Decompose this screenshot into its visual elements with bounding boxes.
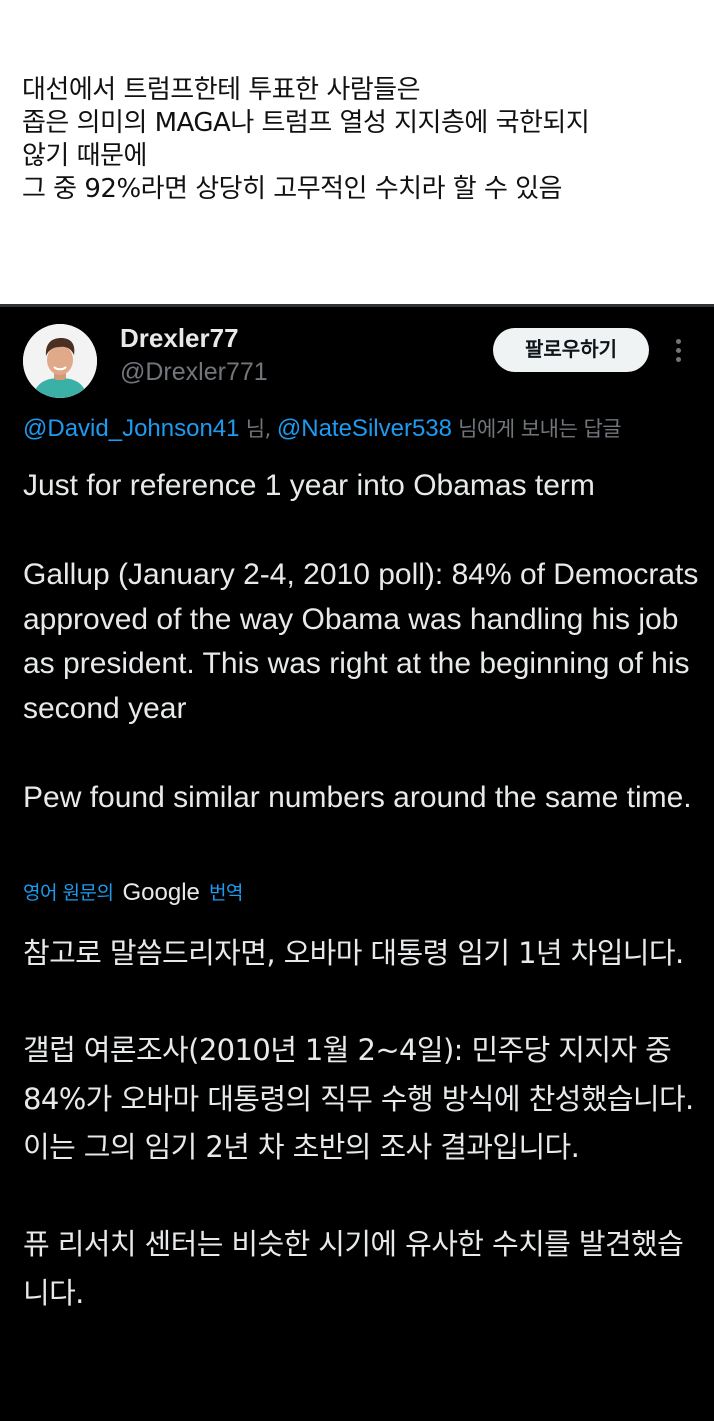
reply-separator: 님, (239, 417, 277, 441)
tweet-paragraph: Pew found similar numbers around the sam… (23, 780, 692, 814)
translated-paragraph: 갤럽 여론조사(2010년 1월 2~4일): 민주당 지지자 중 84%가 오… (23, 1033, 694, 1164)
tweet-screenshot: Drexler77 @Drexler771 팔로우하기 @David_Johns… (0, 304, 714, 1421)
mention-link[interactable]: @NateSilver538 (277, 415, 452, 442)
translation-label: 영어 원문의 (23, 882, 114, 904)
google-logo: Google (122, 879, 200, 906)
profile-photo-icon (23, 324, 97, 398)
mention-link[interactable]: @David_Johnson41 (23, 415, 240, 442)
caption-line: 않기 때문에 (22, 141, 147, 171)
translated-paragraph: 퓨 리서치 센터는 비슷한 시기에 유사한 수치를 발견했습니다. (23, 1227, 684, 1310)
caption-line: 그 중 92%라면 상당히 고무적인 수치라 할 수 있음 (22, 174, 562, 204)
translation-attribution[interactable]: 영어 원문의 Google 번역 (23, 876, 243, 910)
user-handle[interactable]: @Drexler771 (120, 356, 268, 388)
translation-label: 번역 (208, 882, 243, 904)
tweet-text: Just for reference 1 year into Obamas te… (23, 464, 703, 820)
translated-paragraph: 참고로 말씀드리자면, 오바마 대통령 임기 1년 차입니다. (23, 936, 684, 970)
tweet-paragraph: Just for reference 1 year into Obamas te… (23, 469, 595, 502)
more-vertical-icon[interactable] (668, 336, 688, 366)
avatar[interactable] (23, 324, 97, 398)
tweet-paragraph: Gallup (January 2-4, 2010 poll): 84% of … (23, 558, 699, 725)
reply-context: @David_Johnson41 님, @NateSilver538 님에게 보… (23, 412, 714, 446)
post-caption: 대선에서 트럼프한테 투표한 사람들은 좁은 의미의 MAGA나 트럼프 열성 … (22, 74, 702, 206)
caption-line: 좁은 의미의 MAGA나 트럼프 열성 지지층에 국한되지 (22, 108, 590, 138)
translated-text: 참고로 말씀드리자면, 오바마 대통령 임기 1년 차입니다. 갤럽 여론조사(… (23, 929, 703, 1317)
follow-button[interactable]: 팔로우하기 (493, 328, 649, 372)
caption-line: 대선에서 트럼프한테 투표한 사람들은 (22, 75, 421, 105)
reply-suffix: 님에게 보내는 답글 (452, 417, 622, 441)
display-name[interactable]: Drexler77 (120, 322, 239, 354)
divider (0, 304, 714, 307)
